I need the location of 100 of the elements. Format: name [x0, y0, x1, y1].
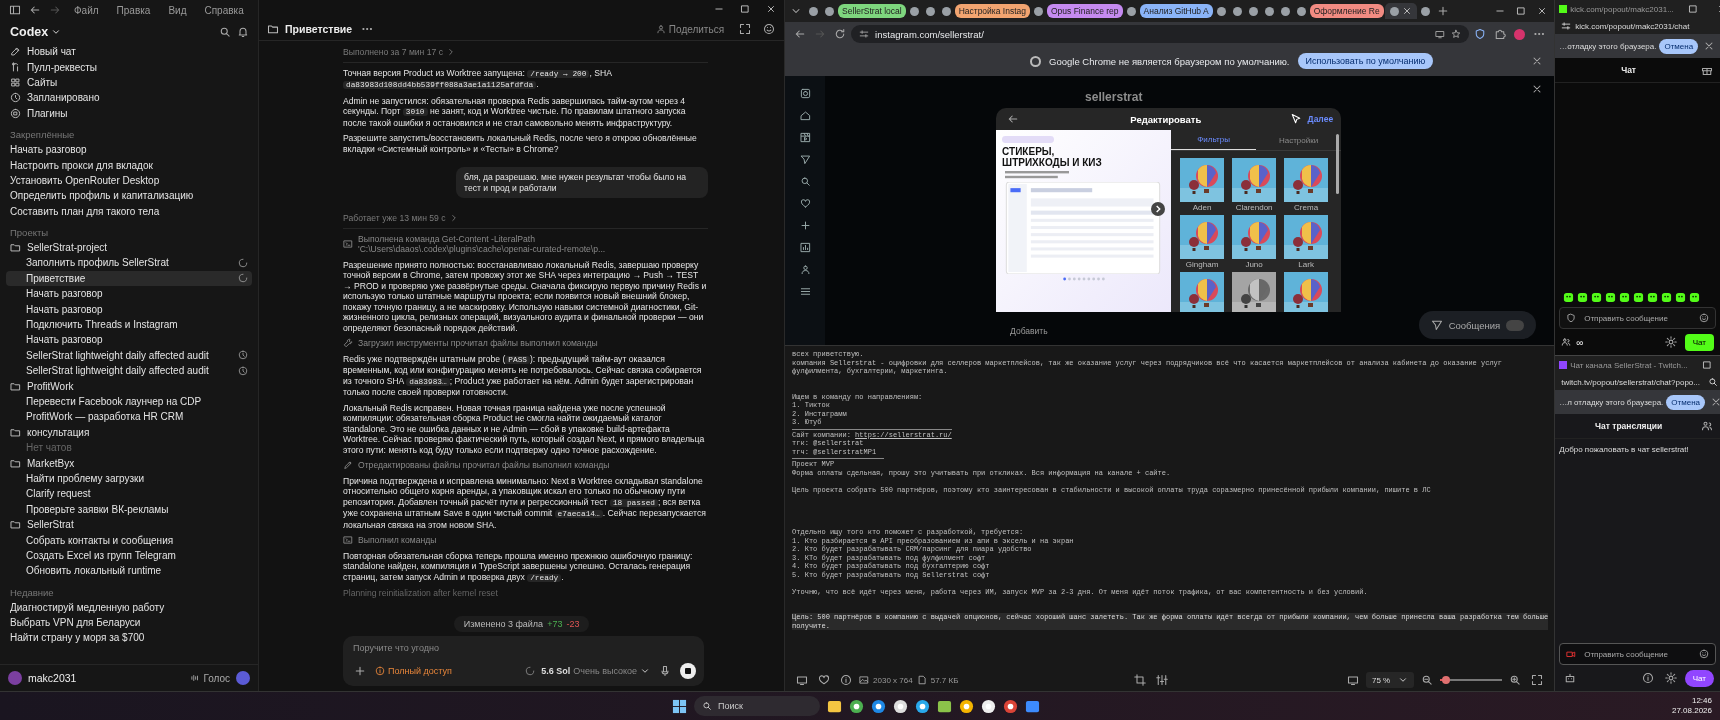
chat-title: Начать разговор: [26, 334, 104, 346]
run-time: Работает уже 13 мин 59 с: [343, 213, 446, 224]
chat-title: Clarify request: [26, 488, 92, 500]
voice-button[interactable]: Голос: [190, 672, 230, 684]
chat-item[interactable]: Собрать контакты и сообщения: [6, 532, 252, 548]
action-summary[interactable]: Выполнена команда Get-Content -LiteralPath 'C:\Users\daaos\.codex\plugins\cache\openai-curated-remote\p...: [358, 233, 709, 255]
panel-tab[interactable]: Фильтры: [1171, 130, 1257, 150]
chat-item[interactable]: Подключить Threads и Instagram: [6, 316, 252, 333]
window-title: kick.com/popout/makc2031...: [1570, 4, 1674, 14]
chat-item[interactable]: Заполнить профиль SellerStrat: [6, 255, 252, 271]
chat-item[interactable]: Обновить локальный runtime: [6, 563, 252, 579]
project-folder[interactable]: ProfitWork: [6, 378, 252, 394]
menu-item[interactable]: Вид: [160, 4, 195, 16]
filter-name[interactable]: Lark: [1298, 260, 1314, 269]
chat-item[interactable]: Начать разговор: [6, 286, 252, 302]
chat-item[interactable]: Установить OpenRouter Desktop: [6, 172, 252, 189]
nav-item[interactable]: Пулл-реквесты: [6, 59, 252, 75]
nav-item[interactable]: Плагины: [6, 105, 252, 121]
changes-label: Изменено 3 файла: [463, 619, 544, 630]
zoom-dropdown[interactable]: 75 %: [1366, 672, 1415, 689]
section-heading: Закреплённые: [9, 127, 76, 142]
cancel-button[interactable]: Отмена: [1659, 38, 1699, 54]
message-text: Разрешение принято полностью: восстанавливаю локальный Redis, завершаю проверку точной версии в Chrome, затем провожу этот же SHA через интеграцию → Push → TEST → PROD и проверяю уже развёрнутые среды. Сначала фиксирую первую причину Redis и использую только штатные маршруты проекта; если появится новый внешний блокер, покажу точную границу, а не маскировку. Использую навыки системной диагностики, Git-жизненного цикла, релизных операций, визуального аудита и финальной проверки — они определяют безопасный порядок действий.: [343, 259, 708, 333]
clock-date: 27.08.2026: [1671, 706, 1712, 716]
filter-name[interactable]: Aden: [1192, 203, 1212, 212]
tab-group[interactable]: Настройка Instag: [954, 4, 1030, 18]
chat-item[interactable]: ProfitWork — разработка HR CRM: [6, 409, 252, 425]
filter-name[interactable]: Juno: [1245, 260, 1263, 269]
app-switcher[interactable]: Codex: [10, 25, 62, 39]
cancel-button[interactable]: Отмена: [1666, 394, 1706, 410]
action-summary[interactable]: Выполнил команды: [358, 535, 437, 546]
message-text: Разрешите запустить/восстановить локальный Redis, после чего я открою обновлённые вкладки «Системный контроль» и «Тесты» в Chrome?: [343, 133, 698, 154]
chat-item[interactable]: Диагностируй медленную работу: [6, 599, 252, 615]
project-folder[interactable]: SellerStrat: [6, 516, 252, 533]
nav-item[interactable]: Новый чат: [6, 44, 252, 60]
project-folder[interactable]: SellerStrat-project: [6, 239, 252, 256]
action-summary[interactable]: Загрузил инструменты прочитал файлы выполнил команды: [358, 338, 598, 349]
access-button[interactable]: Полный доступ: [375, 666, 452, 677]
points-counter: ∞: [1576, 336, 1584, 348]
chat-item[interactable]: Найти проблему загрузки: [6, 470, 252, 487]
message-text: Локальный Redis исправен. Новая точная граница найдена уже после успешной компиляции: обязательная сборка Product не смогла найти ожидаемый каталог standalone. Это не ошибка данных и не Admin — сбой в упаковке build-артефакта Worktree. Сейчас проверяю фактический путь, который создал Next, и прямого владельца этого пути: менять код буду только если подтвержу одно точное расхождение.: [343, 402, 706, 455]
messages-button[interactable]: Сообщения: [1418, 311, 1537, 339]
tab-group[interactable]: Opus Finance rep: [1047, 4, 1123, 18]
menu-item[interactable]: Правка: [108, 4, 159, 16]
address-bar[interactable]: instagram.com/sellerstrat/: [851, 25, 1470, 43]
chat-item[interactable]: Clarify request: [6, 486, 252, 502]
chat-item[interactable]: Приветствие: [6, 270, 252, 287]
prompt-field[interactable]: Поручите что угодно: [351, 642, 697, 655]
added-count: +73: [547, 619, 563, 630]
chat-field[interactable]: Отправить сообщение: [1559, 643, 1716, 666]
nav-item[interactable]: Сайты: [6, 74, 252, 91]
chat-item[interactable]: Найти страну у моря за $700: [6, 630, 252, 646]
default-browser-button[interactable]: Использовать по умолчанию: [1297, 53, 1434, 69]
search-field[interactable]: Поиск: [694, 696, 820, 716]
chat-item[interactable]: Создать Excel из групп Telegram: [6, 547, 252, 564]
chat-item[interactable]: Проверьте заявки ВК-рекламы: [6, 501, 252, 517]
user-name: makc2031: [28, 672, 77, 685]
post-headline: СТИКЕРЫ, ШТРИХКОДЫ И КИЗ: [1002, 146, 1103, 168]
chat-field[interactable]: Отправить сообщение: [1559, 307, 1716, 329]
chat-title: Обновить локальный runtime: [26, 565, 163, 577]
chat-item[interactable]: SellerStrat lightweight daily affected audit: [6, 347, 252, 364]
chat-title: Собрать контакты и сообщения: [26, 534, 175, 546]
chat-item[interactable]: Начать разговор: [6, 332, 252, 348]
tab-group[interactable]: Оформление Re: [1309, 4, 1384, 18]
menu-item[interactable]: Файл: [66, 4, 107, 16]
chat-item[interactable]: Начать разговор: [6, 141, 252, 158]
user-message: бля, да разрешаю. мне нужен результат чтобы было на тест и прод и работали: [456, 167, 709, 198]
project-folder[interactable]: MarketByx: [6, 455, 252, 471]
section-heading: Проекты: [9, 225, 50, 240]
panel-tab[interactable]: Настройки: [1256, 130, 1342, 150]
nav-item[interactable]: Запланировано: [6, 90, 252, 106]
filter-name[interactable]: Clarendon: [1235, 203, 1273, 212]
tab-group[interactable]: Анализ GitHub A: [1139, 4, 1213, 18]
filter-name[interactable]: Gingham: [1185, 260, 1219, 269]
share-button[interactable]: Поделиться: [655, 23, 725, 35]
chat-item[interactable]: Перевести Facebook лаунчер на CDP: [6, 393, 252, 410]
chat-item[interactable]: Выбрать VPN для Беларуси: [6, 614, 252, 631]
send-button[interactable]: Чат: [1684, 669, 1714, 687]
chat-item[interactable]: SellerStrat lightweight daily affected audit: [6, 363, 252, 379]
chat-title: Приветствие: [26, 272, 87, 284]
clock-time: 12:46: [1691, 696, 1712, 706]
status-text: Planning reinitialization after kernel reset: [343, 588, 499, 599]
chat-title: ProfitWork — разработка HR CRM: [26, 411, 185, 423]
chat-input[interactable]: Отправить сообщение: [1582, 648, 1693, 660]
file-size: 57.7 КБ: [930, 675, 959, 685]
filter-name[interactable]: Crema: [1294, 203, 1319, 212]
action-summary[interactable]: Отредактированы файлы прочитал файлы выполнил команды: [358, 460, 610, 471]
run-time: Выполнено за 7 мин 17 с: [343, 47, 443, 58]
send-button[interactable]: Чат: [1684, 333, 1714, 351]
chat-item[interactable]: Определить профиль и капитализацию: [6, 188, 252, 204]
tab-group[interactable]: SellerStrat local: [838, 4, 906, 18]
chat-item[interactable]: Составить план для такого тела: [6, 203, 252, 219]
model-selector[interactable]: 5.6 Sol Очень высокое: [541, 666, 651, 677]
menu-item[interactable]: Справка: [196, 4, 252, 16]
chat-input[interactable]: Отправить сообщение: [1582, 312, 1693, 324]
changes-pill[interactable]: Изменено 3 файла +73 -23: [453, 616, 590, 633]
chat-item[interactable]: Начать разговор: [6, 301, 252, 317]
chat-item[interactable]: Настроить прокси для вкладок: [6, 157, 252, 173]
next-link[interactable]: Далее: [1307, 114, 1334, 124]
project-folder[interactable]: консультация: [6, 424, 252, 440]
